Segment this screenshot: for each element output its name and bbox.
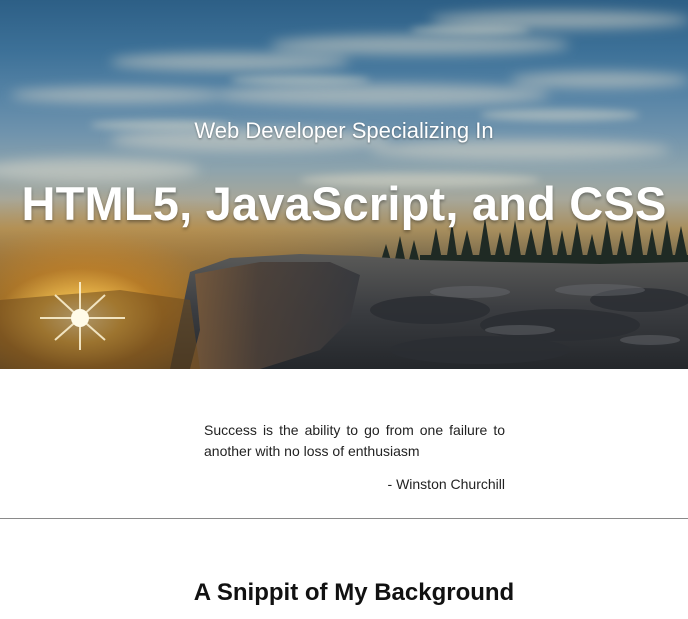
background-heading: A Snippit of My Background	[193, 579, 515, 606]
quote-author: - Winston Churchill	[387, 476, 505, 492]
hero-subtitle: Web Developer Specializing In	[194, 118, 494, 143]
sun-image	[40, 282, 125, 350]
background-section: A Snippit of My Background	[0, 519, 688, 619]
hero-banner: Web Developer Specializing In HTML5, Jav…	[0, 0, 688, 369]
quote-section: Success is the ability to go from one fa…	[0, 369, 688, 518]
hero-title: HTML5, JavaScript, and CSS	[21, 177, 667, 230]
quote-text: Success is the ability to go from one fa…	[204, 422, 505, 459]
